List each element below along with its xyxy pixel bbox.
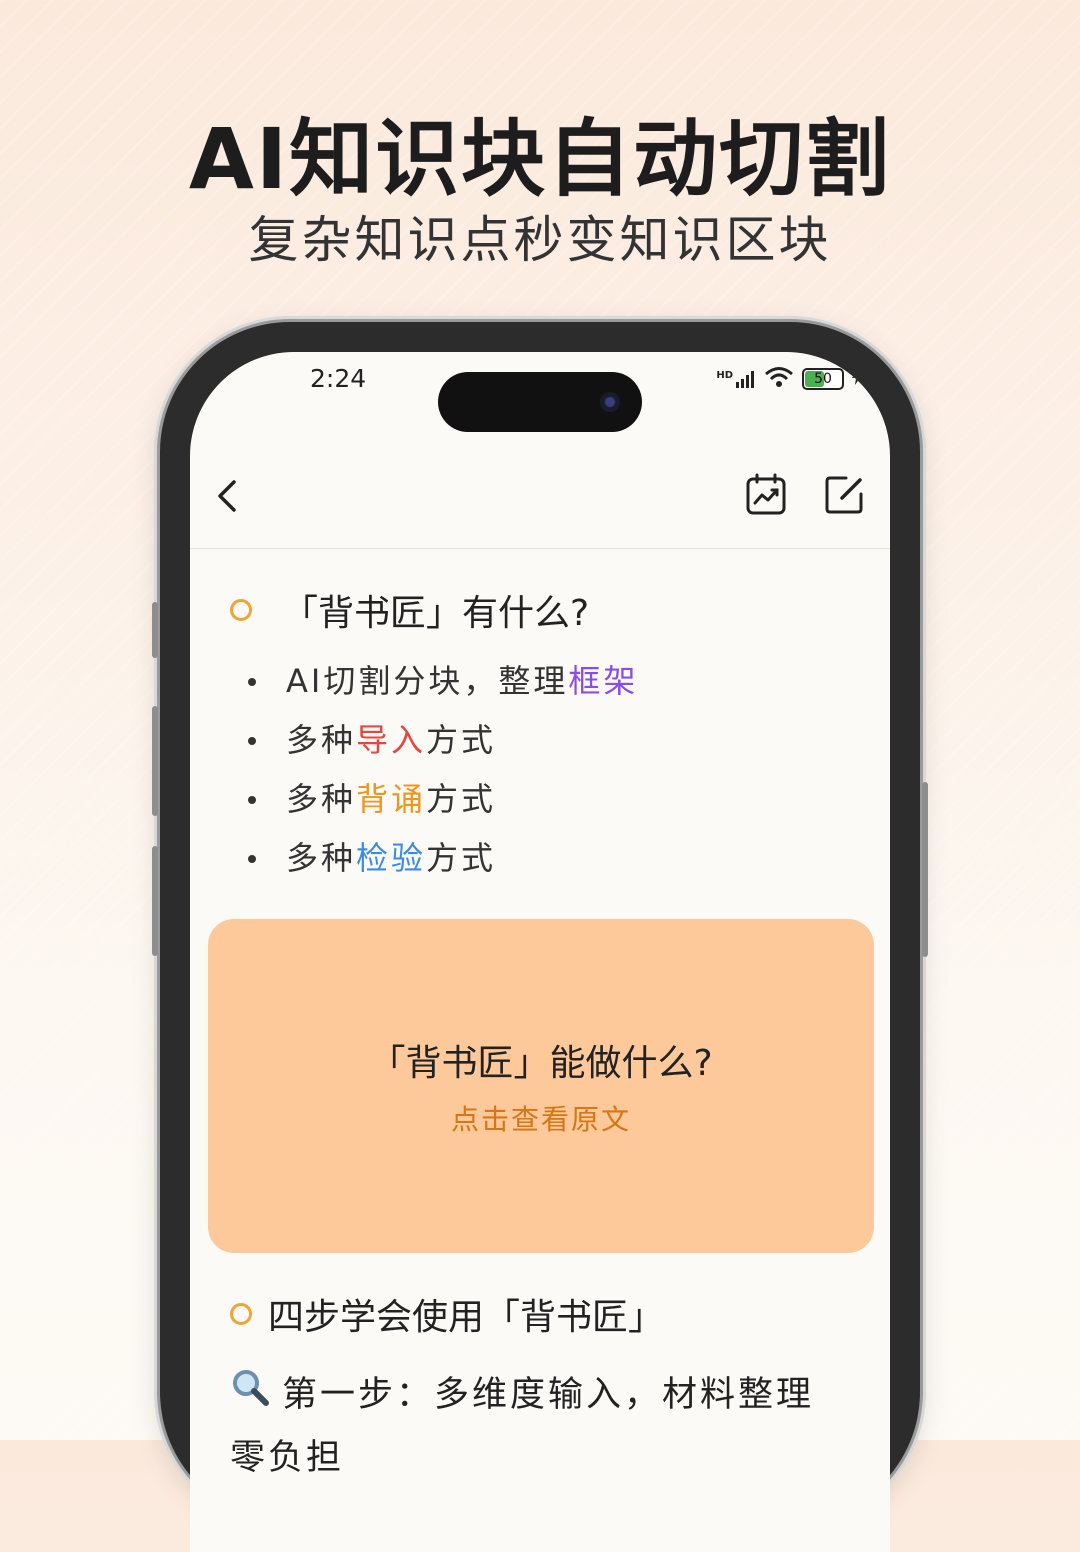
headline: AI知识块自动切割 [188,110,892,208]
bullet-dot-icon [248,795,256,804]
item-highlight: 检验 [356,839,427,877]
circle-bullet-icon [230,599,252,621]
item-highlight: 背诵 [356,780,427,818]
item-text: 多种 [286,780,357,818]
list-item: 多种 检验 方式 [248,829,638,888]
charging-bolt-icon [852,369,862,389]
chevron-left-icon [218,480,236,512]
phone-mute-switch [152,602,158,658]
list-item: 多种 背诵 方式 [248,770,638,829]
cellular-signal-icon: HD [716,370,756,388]
status-icons: HD 50 [716,366,862,392]
edit-icon [825,476,863,514]
wifi-icon [764,366,794,392]
nav-bar [190,452,890,549]
phone-volume-up [152,706,158,816]
phone-power-button [922,782,928,957]
section-title-text: 四步学会使用「背书匠」 [268,1297,665,1338]
card-title: 「背书匠」能做什么? [369,1043,713,1084]
dynamic-island [438,372,642,432]
phone-frame: 2:24 HD 50 「背书匠」有什么? AI切割分块，整理 框架 多种 导入 … [152,322,928,1552]
item-suffix: 方式 [426,839,497,877]
phone-screen: 2:24 HD 50 「背书匠」有什么? AI切割分块，整理 框架 多种 导入 … [190,352,890,1552]
circle-bullet-icon [230,1303,252,1325]
list-item: 多种 导入 方式 [248,711,638,770]
section-title-features: 「背书匠」有什么? [230,584,589,636]
bullet-dot-icon [248,677,256,686]
step-text: 第一步：多维度输入，材料整理零负担 [230,1375,815,1478]
battery-icon: 50 [802,368,844,390]
item-text: AI切割分块，整理 [286,662,569,700]
item-text: 多种 [286,839,357,877]
edit-button[interactable] [822,472,868,518]
item-suffix: 方式 [426,780,497,818]
bullet-dot-icon [248,736,256,745]
section-title-text: 「背书匠」有什么? [282,593,590,634]
step-one-text: 第一步：多维度输入，材料整理零负担 [230,1364,850,1489]
item-highlight: 导入 [356,721,427,759]
status-time: 2:24 [310,364,367,393]
subheadline: 复杂知识点秒变知识区块 [248,211,832,269]
status-bar: 2:24 HD 50 [190,352,890,432]
phone-volume-down [152,846,158,956]
stats-button[interactable] [744,472,790,518]
collapsed-block-card[interactable]: 「背书匠」能做什么? 点击查看原文 [208,919,874,1253]
item-text: 多种 [286,721,357,759]
section-title-steps: 四步学会使用「背书匠」 [230,1288,664,1340]
camera-icon [600,392,620,412]
network-label: HD [716,370,733,381]
magnifier-icon [230,1365,270,1427]
item-suffix: 方式 [426,721,497,759]
battery-level: 50 [814,371,832,387]
list-item: AI切割分块，整理 框架 [248,652,638,711]
back-button[interactable] [210,476,250,516]
calendar-chart-icon [746,473,786,515]
item-highlight: 框架 [568,662,639,700]
bullet-dot-icon [248,854,256,863]
view-original-link[interactable]: 点击查看原文 [451,1098,631,1138]
feature-list: AI切割分块，整理 框架 多种 导入 方式 多种 背诵 方式 多种 检验 方式 [248,652,638,888]
